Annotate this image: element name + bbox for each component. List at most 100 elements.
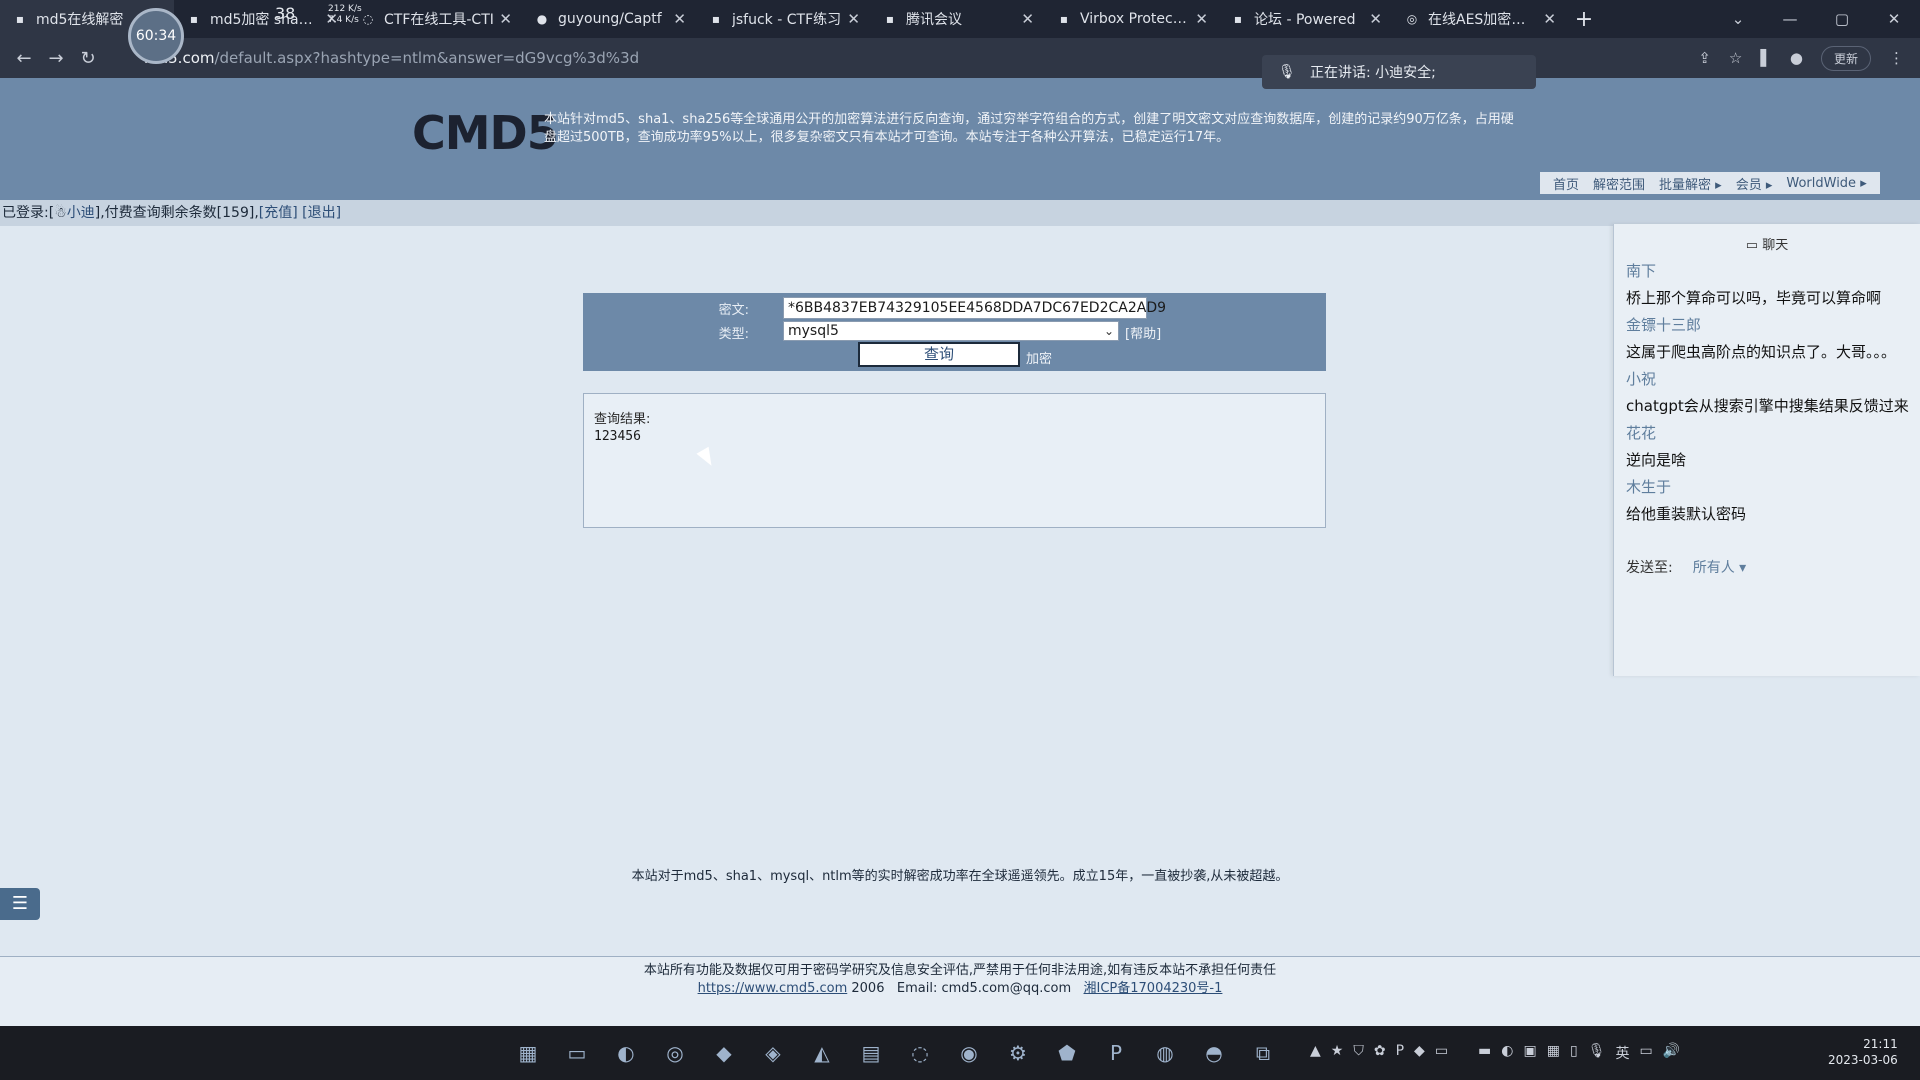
tray-icon[interactable]: ◐ xyxy=(1501,1043,1513,1063)
update-button[interactable]: 更新 xyxy=(1820,45,1871,71)
url-field[interactable]: md5.com /default.aspx?hashtype=ntlm&answ… xyxy=(144,44,1244,72)
site-intro: 本站针对md5、sha1、sha256等全球通用公开的加密算法进行反向查询，通过… xyxy=(544,112,1514,145)
logout-link[interactable]: [退出] xyxy=(302,205,341,221)
chat-message-text: 桥上那个算命可以吗，毕竟可以算命啊 xyxy=(1626,289,1882,307)
app-icon[interactable]: P xyxy=(1098,1037,1134,1069)
browser-tab[interactable]: ● guyoung/Captf ✕ xyxy=(522,0,696,38)
side-menu-button[interactable]: ☰ xyxy=(0,888,40,920)
chat-panel: ▭ 聊天 南下 桥上那个算命可以吗，毕竟可以算命啊 金镖十三郎 这属于爬虫高阶点的知识… xyxy=(1613,224,1920,676)
site-logo[interactable]: CMD5 xyxy=(412,106,559,160)
help-link[interactable]: [帮助] xyxy=(1125,323,1161,342)
send-to-select[interactable]: 所有人 ▾ xyxy=(1693,560,1746,576)
browser-tab[interactable]: ▪ jsfuck - CTF练习 ✕ xyxy=(696,0,870,38)
chat-messages: 南下 桥上那个算命可以吗，毕竟可以算命啊 金镖十三郎 这属于爬虫高阶点的知识点了。大哥… xyxy=(1626,258,1918,528)
tray-icon[interactable]: ▦ xyxy=(1547,1043,1560,1063)
network-monitor-value: 38 xyxy=(275,4,296,23)
site-footer: 本站所有功能及数据仅可用于密码学研究及信息安全评估,严禁用于任何非法用途,如有违… xyxy=(0,956,1920,1026)
app-icon[interactable]: ◭ xyxy=(804,1037,840,1069)
close-tab-icon[interactable]: ✕ xyxy=(499,10,512,28)
browser-tab[interactable]: ▪ 腾讯会议 ✕ xyxy=(870,0,1044,38)
tray-icon[interactable]: ✿ xyxy=(1374,1043,1386,1063)
tray-icon[interactable]: ▣ xyxy=(1524,1043,1537,1063)
meeting-timer-badge[interactable]: 60:34 xyxy=(128,8,184,64)
settings-icon[interactable]: ⚙ xyxy=(1000,1037,1036,1069)
app-icon[interactable]: ◉ xyxy=(951,1037,987,1069)
sidebar-icon[interactable]: ▌ xyxy=(1760,49,1772,67)
top-nav-item[interactable]: 会员 ▸ xyxy=(1729,174,1780,193)
start-icon[interactable]: ▦ xyxy=(510,1037,546,1069)
browser-tab[interactable]: ◎ 在线AES加密解密 ✕ xyxy=(1392,0,1566,38)
network-icon[interactable]: ▭ xyxy=(1639,1043,1652,1063)
ime-language[interactable]: 英 xyxy=(1615,1043,1629,1063)
app-icon[interactable]: ◍ xyxy=(1147,1037,1183,1069)
close-tab-icon[interactable]: ✕ xyxy=(1021,10,1034,28)
app-icon[interactable]: ◆ xyxy=(706,1037,742,1069)
maximize-button[interactable]: ▢ xyxy=(1816,10,1868,28)
browser-tab[interactable]: ▪ 论坛 - Powered ✕ xyxy=(1218,0,1392,38)
top-nav-item[interactable]: WorldWide ▸ xyxy=(1779,176,1873,191)
back-icon[interactable]: ← xyxy=(8,48,40,69)
taskbar-clock[interactable]: 21:11 2023-03-06 xyxy=(1828,1036,1898,1068)
username[interactable]: 小迪 xyxy=(67,205,95,221)
chrome-icon[interactable]: ◎ xyxy=(657,1037,693,1069)
notepad-icon[interactable]: ▤ xyxy=(853,1037,889,1069)
site-link[interactable]: https://www.cmd5.com xyxy=(698,981,848,996)
app-icon[interactable]: ◌ xyxy=(902,1037,938,1069)
tab-label: 论坛 - Powered xyxy=(1254,12,1356,28)
close-tab-icon[interactable]: ✕ xyxy=(1195,10,1208,28)
app-icon[interactable]: ◈ xyxy=(755,1037,791,1069)
encrypt-link[interactable]: 加密 xyxy=(1026,348,1052,367)
page-icon: ▪ xyxy=(1059,12,1069,26)
menu-dots-icon[interactable]: ⋮ xyxy=(1889,49,1904,67)
send-to-label: 发送至: xyxy=(1626,560,1673,576)
tray-icon[interactable]: ⛉ xyxy=(1353,1043,1364,1063)
footer-email: Email: cmd5.com@qq.com xyxy=(896,981,1072,996)
tray-icon[interactable]: ▬ xyxy=(1478,1043,1491,1063)
tab-label: guyoung/Captf xyxy=(558,11,662,27)
tab-search-icon[interactable]: ⌄ xyxy=(1712,10,1764,28)
browser-tab[interactable]: ▪ md5加密 sha1加 ✕ xyxy=(174,0,348,38)
edge-icon[interactable]: ◐ xyxy=(608,1037,644,1069)
app-icon[interactable]: ◓ xyxy=(1196,1037,1232,1069)
meeting-icon: ▪ xyxy=(885,12,895,26)
tray-icon[interactable]: ▭ xyxy=(1435,1043,1448,1063)
close-tab-icon[interactable]: ✕ xyxy=(847,10,860,28)
type-select[interactable]: mysql5 ⌄ xyxy=(783,321,1119,341)
chevron-down-icon: ⌄ xyxy=(1103,324,1114,338)
tray-icon[interactable]: ★ xyxy=(1331,1043,1344,1063)
file-explorer-icon[interactable]: ▭ xyxy=(559,1037,595,1069)
new-tab-button[interactable]: + xyxy=(1566,7,1602,32)
tray-icon[interactable]: ◆ xyxy=(1414,1043,1425,1063)
app-icon[interactable]: ⬟ xyxy=(1049,1037,1085,1069)
browser-tab[interactable]: ◌ CTF在线工具-CTI ✕ xyxy=(348,0,522,38)
cipher-input[interactable]: *6BB4837EB74329105EE4568DDA7DC67ED2CA2AD… xyxy=(783,297,1166,319)
top-nav-item[interactable]: 批量解密 ▸ xyxy=(1652,174,1729,193)
profile-icon[interactable]: ● xyxy=(1790,49,1803,67)
microphone-icon[interactable]: 🎙 xyxy=(1588,1043,1606,1063)
top-nav-item[interactable]: 首页 xyxy=(1546,174,1586,193)
forward-icon[interactable]: → xyxy=(40,48,72,69)
tray-icon[interactable]: ▲ xyxy=(1310,1043,1321,1063)
chat-sender-name: 木生于 xyxy=(1626,478,1672,496)
type-selected-value: mysql5 xyxy=(788,323,839,339)
reload-icon[interactable]: ↻ xyxy=(72,48,104,69)
close-tab-icon[interactable]: ✕ xyxy=(1369,10,1382,28)
query-button[interactable]: 查询 xyxy=(858,342,1020,367)
app-icon[interactable]: ⧉ xyxy=(1245,1037,1281,1069)
page-icon: ▪ xyxy=(15,12,25,26)
icp-link[interactable]: 湘ICP备17004230号-1 xyxy=(1084,981,1223,996)
close-tab-icon[interactable]: ✕ xyxy=(673,10,686,28)
browser-tab[interactable]: ▪ Virbox Protector ✕ xyxy=(1044,0,1218,38)
recharge-link[interactable]: [充值] xyxy=(259,205,298,221)
tray-icon[interactable]: P xyxy=(1396,1043,1404,1063)
close-tab-icon[interactable]: ✕ xyxy=(1543,10,1556,28)
share-icon[interactable]: ⇪ xyxy=(1698,49,1711,67)
tray-icon[interactable]: ▯ xyxy=(1570,1043,1578,1063)
bookmark-star-icon[interactable]: ☆ xyxy=(1729,49,1742,67)
volume-icon[interactable]: 🔊 xyxy=(1663,1043,1680,1063)
result-title: 查询结果: xyxy=(594,412,651,427)
top-nav-item[interactable]: 解密范围 xyxy=(1586,174,1652,193)
clock-date: 2023-03-06 xyxy=(1828,1053,1898,1067)
minimize-button[interactable]: — xyxy=(1764,10,1816,28)
close-window-button[interactable]: ✕ xyxy=(1868,10,1920,28)
